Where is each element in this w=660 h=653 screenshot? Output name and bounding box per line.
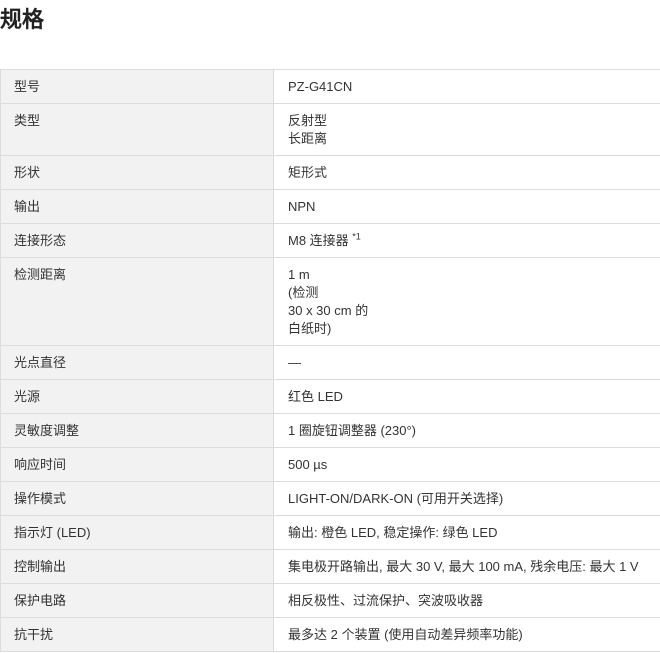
- spec-label: 指示灯 (LED): [0, 515, 274, 550]
- spec-value-text: —: [288, 355, 301, 370]
- spec-row: 光源 红色 LED: [0, 379, 660, 414]
- spec-value-line: 相反极性、过流保护、突波吸收器: [288, 592, 648, 610]
- spec-label: 类型: [0, 103, 274, 156]
- spec-value-text: NPN: [288, 199, 316, 214]
- spec-value-text: 30 x 30 cm 的: [288, 303, 369, 318]
- spec-value-text: 输出: 橙色 LED, 稳定操作: 绿色 LED: [288, 525, 498, 540]
- spec-value-line: M8 连接器 *1: [288, 232, 648, 250]
- spec-value-line: 最多达 2 个装置 (使用自动差异频率功能): [288, 626, 648, 644]
- spec-row: 灵敏度调整 1 圈旋钮调整器 (230°): [0, 413, 660, 448]
- spec-value-line: 1 m: [288, 266, 648, 284]
- spec-label: 输出: [0, 189, 274, 224]
- spec-value-line: 输出: 橙色 LED, 稳定操作: 绿色 LED: [288, 524, 648, 542]
- spec-value-text: 长距离: [288, 131, 328, 146]
- spec-label: 形状: [0, 155, 274, 190]
- spec-table: 型号 PZ-G41CN 类型 反射型 长距离 形状 矩形式 输出 NPN 连接形态 M8 连接器 *…: [0, 69, 660, 652]
- spec-value-text: M8 连接器: [288, 233, 349, 248]
- spec-value-text: LIGHT-ON/DARK-ON (可用开关选择): [288, 491, 504, 506]
- spec-value: 红色 LED: [273, 379, 660, 414]
- spec-label: 控制输出: [0, 549, 274, 584]
- spec-value-text: 矩形式: [288, 165, 328, 180]
- spec-row: 指示灯 (LED) 输出: 橙色 LED, 稳定操作: 绿色 LED: [0, 515, 660, 550]
- spec-value-text: 白纸时): [288, 321, 332, 336]
- spec-value: 1 圈旋钮调整器 (230°): [273, 413, 660, 448]
- spec-value: 反射型 长距离: [273, 103, 660, 156]
- spec-row: 光点直径 —: [0, 345, 660, 380]
- spec-table-body: 型号 PZ-G41CN 类型 反射型 长距离 形状 矩形式 输出 NPN 连接形态 M8 连接器 *…: [0, 69, 660, 652]
- spec-row: 类型 反射型长距离: [0, 103, 660, 156]
- spec-value-text: 集电极开路输出, 最大 30 V, 最大 100 mA, 残余电压: 最大 1 …: [288, 559, 639, 574]
- spec-value-text: 500 µs: [288, 457, 328, 472]
- spec-label: 光源: [0, 379, 274, 414]
- spec-row: 响应时间 500 µs: [0, 447, 660, 482]
- spec-value: 1 m (检测 30 x 30 cm 的白纸时): [273, 257, 660, 346]
- spec-value-line: 1 圈旋钮调整器 (230°): [288, 422, 648, 440]
- spec-label: 光点直径: [0, 345, 274, 380]
- spec-value: 矩形式: [273, 155, 660, 190]
- spec-value: NPN: [273, 189, 660, 224]
- spec-value-text: PZ-G41CN: [288, 79, 353, 94]
- spec-value: 最多达 2 个装置 (使用自动差异频率功能): [273, 617, 660, 652]
- spec-row: 操作模式 LIGHT-ON/DARK-ON (可用开关选择): [0, 481, 660, 516]
- spec-value-line: —: [288, 354, 648, 372]
- spec-value-line: PZ-G41CN: [288, 78, 648, 96]
- spec-row: 型号 PZ-G41CN: [0, 69, 660, 104]
- spec-value-line: 反射型: [288, 112, 648, 130]
- spec-value-line: NPN: [288, 198, 648, 216]
- spec-label: 操作模式: [0, 481, 274, 516]
- spec-row: 控制输出 集电极开路输出, 最大 30 V, 最大 100 mA, 残余电压: 最…: [0, 549, 660, 584]
- spec-label: 型号: [0, 69, 274, 104]
- spec-value-text: 反射型: [288, 113, 328, 128]
- spec-value-text: 1 圈旋钮调整器 (230°): [288, 423, 417, 438]
- spec-value-text: 最多达 2 个装置 (使用自动差异频率功能): [288, 627, 523, 642]
- spec-value-line: (检测: [288, 284, 648, 302]
- page-title: 规格: [0, 8, 45, 33]
- spec-value-line: 长距离: [288, 130, 648, 148]
- spec-value: —: [273, 345, 660, 380]
- spec-value: 集电极开路输出, 最大 30 V, 最大 100 mA, 残余电压: 最大 1 …: [273, 549, 660, 584]
- spec-label: 连接形态: [0, 223, 274, 258]
- spec-row: 保护电路 相反极性、过流保护、突波吸收器: [0, 583, 660, 618]
- spec-row: 输出 NPN: [0, 189, 660, 224]
- spec-value-line: 白纸时): [288, 320, 648, 338]
- spec-row: 形状 矩形式: [0, 155, 660, 190]
- spec-value-text: 1 m: [288, 267, 310, 282]
- spec-value-text: (检测: [288, 285, 319, 300]
- spec-label: 检测距离: [0, 257, 274, 346]
- spec-value-text: 相反极性、过流保护、突波吸收器: [288, 593, 484, 608]
- spec-value-text: 红色 LED: [288, 389, 343, 404]
- spec-label: 抗干扰: [0, 617, 274, 652]
- spec-value-line: 红色 LED: [288, 388, 648, 406]
- spec-value: 500 µs: [273, 447, 660, 482]
- spec-page: 规格 型号 PZ-G41CN 类型 反射型 长距离 形状 矩形式 输出 NPN 连接形态 M8 连接…: [0, 0, 660, 653]
- spec-value: M8 连接器 *1: [273, 223, 660, 258]
- spec-label: 响应时间: [0, 447, 274, 482]
- spec-value: 输出: 橙色 LED, 稳定操作: 绿色 LED: [273, 515, 660, 550]
- spec-row: 检测距离 1 m (检测 30 x 30 cm 的白纸时): [0, 257, 660, 346]
- spec-row: 连接形态 M8 连接器 *1: [0, 223, 660, 258]
- spec-value-line: LIGHT-ON/DARK-ON (可用开关选择): [288, 490, 648, 508]
- spec-value: PZ-G41CN: [273, 69, 660, 104]
- spec-value-line: 30 x 30 cm 的: [288, 302, 648, 320]
- spec-label: 保护电路: [0, 583, 274, 618]
- spec-value: 相反极性、过流保护、突波吸收器: [273, 583, 660, 618]
- footnote-marker: *1: [352, 231, 361, 242]
- spec-value-line: 500 µs: [288, 456, 648, 474]
- spec-value: LIGHT-ON/DARK-ON (可用开关选择): [273, 481, 660, 516]
- spec-label: 灵敏度调整: [0, 413, 274, 448]
- spec-row: 抗干扰 最多达 2 个装置 (使用自动差异频率功能): [0, 617, 660, 652]
- spec-value-line: 矩形式: [288, 164, 648, 182]
- spec-value-line: 集电极开路输出, 最大 30 V, 最大 100 mA, 残余电压: 最大 1 …: [288, 558, 648, 576]
